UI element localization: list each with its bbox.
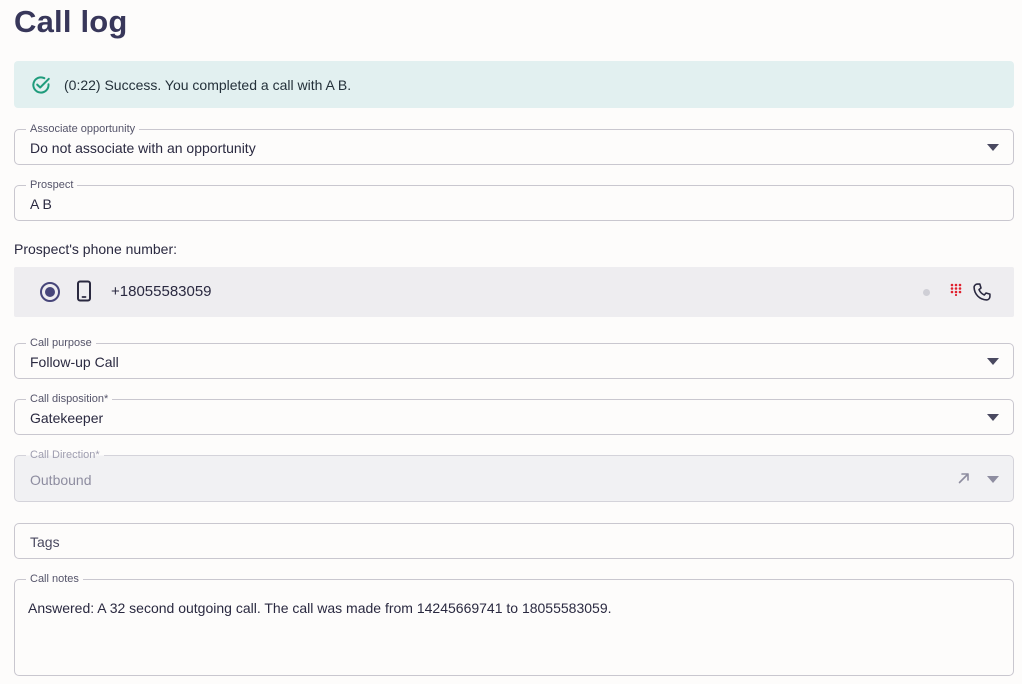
phone-number-row[interactable]: +18055583059 <box>14 267 1014 317</box>
page-title: Call log <box>14 4 128 39</box>
tags-placeholder: Tags <box>30 534 60 550</box>
tags-input[interactable]: Tags <box>14 523 1014 559</box>
mobile-phone-icon <box>76 280 92 302</box>
alert-message: (0:22) Success. You completed a call wit… <box>64 76 352 93</box>
call-notes-textarea[interactable]: Call notes Answered: A 32 second outgoin… <box>14 573 1014 676</box>
chevron-down-icon <box>987 475 999 483</box>
dialpad-icon[interactable] <box>950 283 962 297</box>
phone-number-value: +18055583059 <box>111 283 212 300</box>
call-purpose-value: Follow-up Call <box>30 354 119 370</box>
call-direction-select: Call Direction* Outbound <box>14 449 1014 502</box>
chevron-down-icon <box>987 414 999 421</box>
chevron-down-icon <box>987 144 999 151</box>
phone-radio-button[interactable] <box>40 282 60 302</box>
associate-opportunity-label: Associate opportunity <box>26 123 140 136</box>
outbound-arrow-icon <box>957 471 971 485</box>
call-purpose-select[interactable]: Call purpose Follow-up Call <box>14 337 1014 379</box>
associate-opportunity-value: Do not associate with an opportunity <box>30 140 256 156</box>
call-direction-value: Outbound <box>30 472 92 488</box>
phone-number-label: Prospect's phone number: <box>14 241 177 257</box>
associate-opportunity-select[interactable]: Associate opportunity Do not associate w… <box>14 123 1014 165</box>
call-disposition-select[interactable]: Call disposition* Gatekeeper <box>14 393 1014 435</box>
success-alert: (0:22) Success. You completed a call wit… <box>14 61 1014 108</box>
prospect-field[interactable]: Prospect A B <box>14 179 1014 221</box>
call-direction-label: Call Direction* <box>26 449 104 462</box>
call-purpose-label: Call purpose <box>26 337 96 350</box>
prospect-value: A B <box>30 196 52 212</box>
call-icon[interactable] <box>972 282 992 302</box>
check-circle-icon <box>31 75 51 95</box>
call-disposition-value: Gatekeeper <box>30 410 104 426</box>
prospect-label: Prospect <box>26 179 78 192</box>
call-notes-label: Call notes <box>26 573 83 586</box>
chevron-down-icon <box>987 358 999 365</box>
call-notes-value: Answered: A 32 second outgoing call. The… <box>28 600 612 616</box>
call-disposition-label: Call disposition* <box>26 393 113 406</box>
status-dot <box>923 289 930 296</box>
